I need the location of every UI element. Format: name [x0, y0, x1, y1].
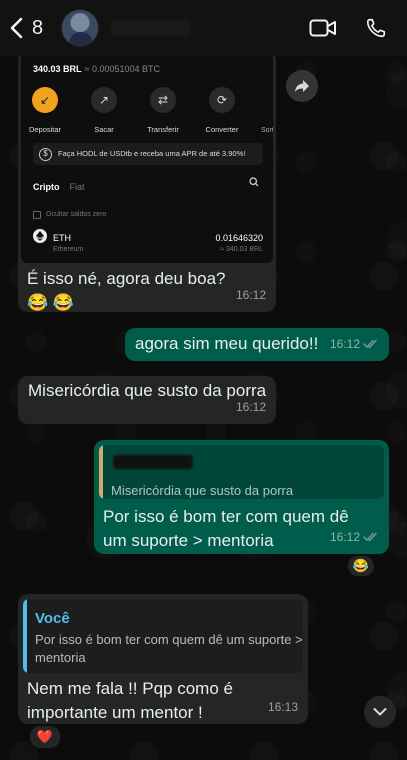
phone-icon[interactable]	[365, 17, 387, 39]
transfer-action: ⇄ Transferir	[147, 87, 179, 142]
hide-zero-label: Ocultar saldos zero	[46, 211, 107, 218]
convert-label: Converter	[205, 125, 239, 134]
promo-banner: $ Faça HODL de USDtb e receba uma APR de…	[33, 143, 263, 165]
outgoing-reply-message[interactable]: Misericórdia que susto da porra Por isso…	[94, 440, 389, 554]
chat-header: 8	[0, 0, 407, 56]
hide-zero-balances: Ocultar saldos zero	[33, 203, 106, 227]
forward-icon	[295, 80, 309, 92]
asset-value-brl: ≈ 340.03 BRL	[220, 246, 263, 253]
asset-name: Ethereum	[53, 246, 84, 253]
more-action-label: Sort	[261, 127, 273, 134]
reaction-badge[interactable]: ❤️	[28, 724, 62, 750]
message-time: 16:13	[267, 700, 298, 714]
laughing-emoji: 😂	[352, 558, 370, 573]
read-ticks-icon	[363, 339, 377, 349]
video-call-icon[interactable]	[309, 18, 337, 38]
incoming-image-message[interactable]: 340.03 BRL ≈ 0.00051004 BTC ↙ Depositar ↗…	[18, 50, 276, 312]
quoted-message[interactable]: Misericórdia que susto da porra	[99, 445, 384, 499]
search-icon	[249, 177, 259, 187]
quote-text: Misericórdia que susto da porra	[111, 483, 294, 498]
incoming-reply-message[interactable]: Você Por isso é bom ter com quem dê um s…	[18, 594, 308, 724]
withdraw-label: Sacar	[94, 125, 114, 134]
message-text: É isso né, agora deu boa? 😂 😂	[27, 269, 226, 312]
outgoing-message[interactable]: agora sim meu querido!! 16:12	[125, 328, 389, 361]
reaction-badge[interactable]: 😂	[346, 554, 376, 578]
convert-icon: ⟳	[209, 87, 235, 113]
promo-text: Faça HODL de USDtb e receba uma APR de a…	[58, 149, 246, 158]
download-arrow-icon: ↙	[32, 87, 58, 113]
read-ticks-icon	[363, 532, 377, 542]
message-time: 16:12	[330, 332, 379, 356]
dollar-icon: $	[39, 147, 52, 161]
message-time: 16:12	[330, 525, 379, 549]
quote-bar	[99, 445, 103, 499]
tab-fiat: Fiat	[69, 182, 85, 192]
message-text: agora sim meu querido!!	[135, 334, 319, 353]
avatar[interactable]	[61, 9, 100, 47]
quote-author: Você	[35, 610, 70, 627]
ethereum-icon	[33, 229, 47, 243]
convert-action: ⟳ Converter	[206, 87, 238, 142]
back-chevron-icon	[10, 17, 23, 39]
message-time: 16:12	[235, 400, 266, 414]
balance-btc: ≈ 0.00051004 BTC	[84, 64, 161, 74]
checkbox-icon	[33, 211, 41, 219]
quote-text: Por isso é bom ter com quem dê um suport…	[35, 632, 303, 665]
message-text: Misericórdia que susto da porra	[28, 381, 267, 400]
quote-author-redacted	[113, 455, 193, 469]
quote-bar	[23, 599, 27, 673]
message-time: 16:12	[235, 288, 266, 302]
contact-name-redacted[interactable]	[111, 20, 192, 36]
shared-screenshot-image[interactable]: 340.03 BRL ≈ 0.00051004 BTC ↙ Depositar ↗…	[21, 53, 273, 263]
transfer-label: Transferir	[147, 125, 179, 134]
unread-count: 8	[32, 16, 44, 39]
withdraw-action: ↗ Sacar	[90, 87, 118, 142]
transfer-icon: ⇄	[150, 87, 176, 113]
tab-cripto: Cripto	[33, 182, 60, 192]
deposit-action: ↙ Depositar	[29, 87, 61, 142]
forward-button[interactable]	[286, 70, 318, 102]
scroll-to-bottom-button[interactable]	[364, 696, 396, 728]
deposit-label: Depositar	[28, 125, 62, 134]
upload-arrow-icon: ↗	[91, 87, 117, 113]
back-button[interactable]: 8	[8, 16, 43, 40]
chevron-down-icon	[373, 708, 387, 716]
message-text: Nem me fala !! Pqp como é importante um …	[27, 679, 233, 722]
quoted-message[interactable]: Você Por isso é bom ter com quem dê um s…	[23, 599, 303, 673]
heart-emoji: ❤️	[36, 729, 54, 744]
incoming-message[interactable]: Misericórdia que susto da porra 16:12	[18, 376, 276, 424]
balance-brl: 340.03 BRL ≈ 0.00051004 BTC	[33, 64, 161, 74]
